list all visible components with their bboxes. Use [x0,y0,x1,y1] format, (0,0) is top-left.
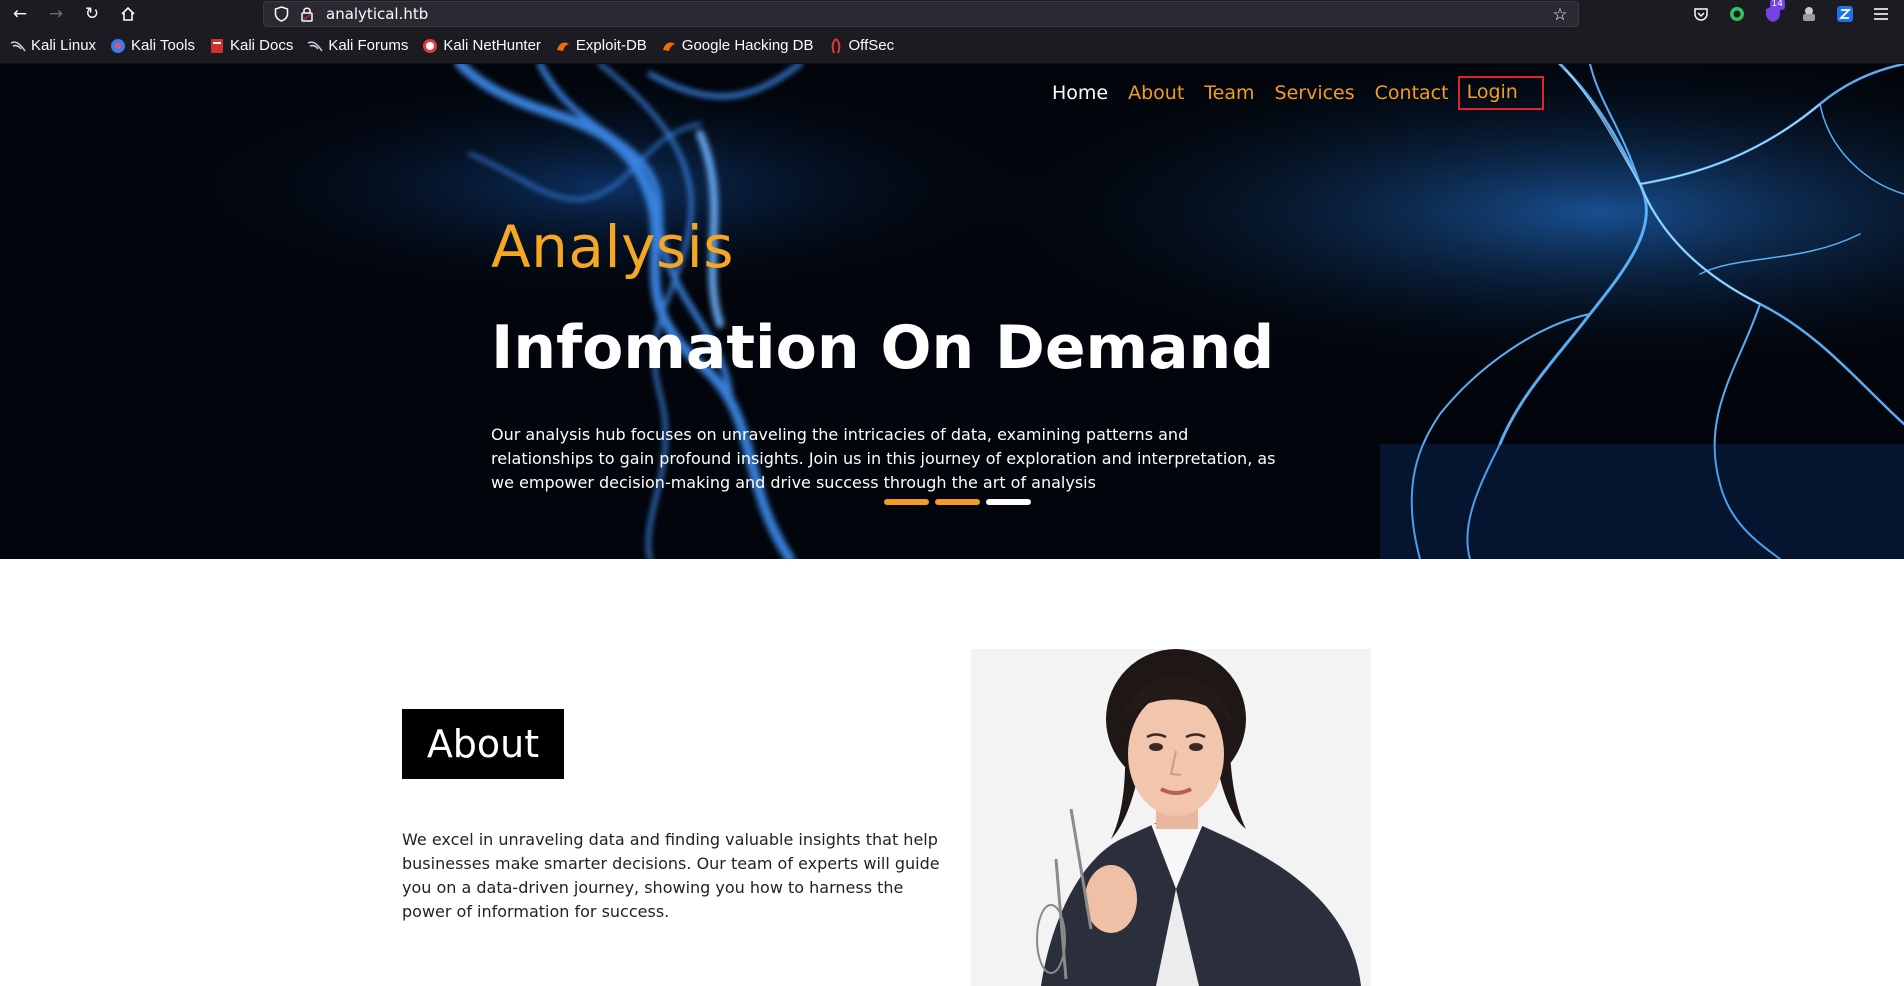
bookmark-kali-linux[interactable]: Kali Linux [8,33,98,59]
carousel-indicator[interactable] [884,499,929,505]
bookmark-star-icon[interactable]: ☆ [1550,5,1570,25]
hero-subtitle: Analysis [491,213,734,281]
nav-contact[interactable]: Contact [1375,80,1449,106]
lock-icon[interactable] [298,5,316,23]
extension-z-icon[interactable] [1832,1,1858,27]
bookmark-kali-nethunter[interactable]: Kali NetHunter [420,33,543,59]
pocket-icon[interactable] [1688,1,1714,27]
kali-tools-icon [110,38,126,54]
carousel-indicators [884,499,1031,505]
reload-icon[interactable]: ↻ [79,1,105,27]
extension-badge: 14 [1769,0,1785,10]
exploit-db-icon [555,38,571,54]
about-heading: About [402,709,564,779]
shield-icon[interactable] [272,5,290,23]
carousel-indicator[interactable] [986,499,1031,505]
kali-dragon-icon [307,38,323,54]
bookmarks-bar: Kali Linux Kali Tools Kali Docs Kali For… [0,28,1904,64]
extension-shield-icon[interactable]: 14 [1760,0,1786,27]
nav-home[interactable]: Home [1052,80,1108,106]
about-description: We excel in unraveling data and finding … [402,830,940,921]
nav-login[interactable]: Login [1457,76,1544,110]
forward-arrow-icon[interactable]: → [43,1,69,27]
hero-description: Our analysis hub focuses on unraveling t… [491,425,1276,492]
url-text[interactable]: analytical.htb [326,5,428,23]
carousel-indicator[interactable] [935,499,980,505]
nethunter-icon [422,38,438,54]
extension-ring-icon[interactable] [1724,1,1750,27]
back-arrow-icon[interactable]: ← [7,1,33,27]
kali-docs-icon [209,38,225,54]
bookmark-kali-tools[interactable]: Kali Tools [108,33,197,59]
bookmark-kali-forums[interactable]: Kali Forums [305,33,410,59]
bookmark-kali-docs[interactable]: Kali Docs [207,33,295,59]
nav-services[interactable]: Services [1275,80,1355,106]
kali-dragon-icon [10,38,26,54]
browser-toolbar: ← → ↻ analytical.htb ☆ 14 [0,0,1904,28]
menu-icon[interactable] [1868,1,1894,27]
hero-title: Infomation On Demand [491,313,1275,383]
offsec-icon [828,37,844,54]
main-nav: Home About Team Services Contact Login [1052,76,1544,110]
hero-section: Home About Team Services Contact Login A… [0,64,1904,559]
nav-about[interactable]: About [1128,80,1184,106]
home-icon[interactable] [115,1,141,27]
about-woman-photo [971,649,1371,986]
bookmark-google-hacking-db[interactable]: Google Hacking DB [659,33,816,59]
nav-team[interactable]: Team [1204,80,1254,106]
extension-puzzle-icon[interactable] [1796,1,1822,27]
address-bar[interactable]: analytical.htb ☆ [263,1,1579,27]
bookmark-exploit-db[interactable]: Exploit-DB [553,33,649,59]
exploit-db-icon [661,38,677,54]
bookmark-offsec[interactable]: OffSec [826,33,897,59]
